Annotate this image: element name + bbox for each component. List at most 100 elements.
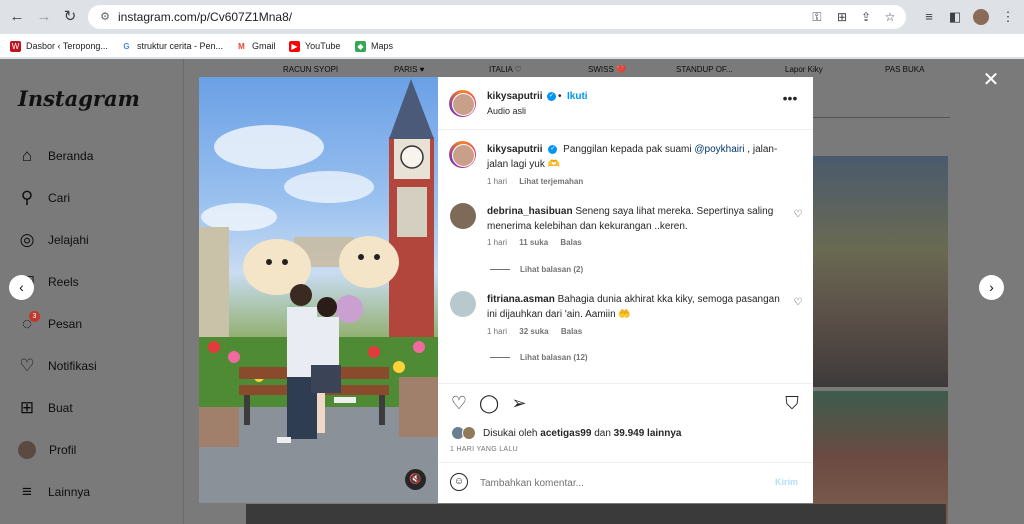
caption-time: 1 hari — [487, 177, 508, 186]
sidebar-item-notifikasi[interactable]: ♡ Notifikasi — [17, 354, 96, 378]
translate-link[interactable]: Lihat terjemahan — [519, 177, 583, 186]
caption-author-avatar[interactable] — [449, 141, 476, 168]
comment-username[interactable]: fitriana.asman — [487, 294, 555, 305]
replies-line — [490, 269, 510, 270]
maps-icon: ◆ — [355, 40, 366, 52]
replies-line — [490, 357, 510, 358]
save-bookmark-icon[interactable]: ⛉ — [782, 393, 802, 413]
sidebar-item-profil[interactable]: Profil — [17, 438, 76, 462]
comment-like-count[interactable]: 11 suka — [519, 238, 548, 247]
url-text: instagram.com/p/Cv607Z1Mna8/ — [118, 10, 293, 24]
browser-toolbar: ← → ↻ ⚙ instagram.com/p/Cv607Z1Mna8/ ⚿ ⊞… — [0, 0, 1024, 34]
highlight-label[interactable]: PARIS ♥ — [394, 65, 424, 74]
speaker-muted-icon: 🔇 — [409, 474, 422, 485]
sidebar-item-pesan[interactable]: ◌ 3 Pesan — [17, 311, 82, 336]
highlight-label[interactable]: RACUN SYOPI — [283, 65, 338, 74]
post-panel: kikysaputrii ✓ • Ikuti Audio asli ••• ki… — [438, 77, 813, 503]
site-settings-icon[interactable]: ⚙ — [98, 10, 112, 24]
caption-username[interactable]: kikysaputrii — [487, 144, 543, 155]
grid-post-thumbnail[interactable] — [813, 156, 948, 387]
browser-menu-icon[interactable]: ⋮ — [999, 8, 1017, 26]
chevron-right-icon: › — [989, 279, 994, 295]
post-comment-button[interactable]: Kirim — [775, 477, 798, 487]
audio-link[interactable]: Audio asli — [487, 106, 526, 116]
comment-meta: 1 hari 11 suka Balas — [487, 238, 582, 247]
mute-button[interactable]: 🔇 — [405, 469, 426, 490]
instagram-page: Instagram ⌂ Beranda ⚲ Cari ◎ Jelajahi ▣ … — [0, 59, 1024, 524]
liker-avatar[interactable] — [462, 426, 476, 440]
menu-icon: ≡ — [22, 482, 32, 501]
mention-link[interactable]: @poykhairi — [694, 144, 744, 155]
highlight-label[interactable]: PAS BUKA — [885, 65, 924, 74]
highlight-label[interactable]: SWISS 💔 — [588, 65, 626, 74]
bookmark-youtube[interactable]: ▶ YouTube — [289, 39, 340, 53]
bookmark-star-icon[interactable]: ☆ — [882, 10, 898, 24]
bookmark-dasbor[interactable]: W Dasbor ‹ Teropong... — [10, 39, 108, 53]
likes-count[interactable]: 39.949 lainnya — [614, 428, 682, 439]
comment-meta: 1 hari 32 suka Balas — [487, 327, 583, 336]
caption-meta: 1 hari Lihat terjemahan — [487, 177, 593, 186]
message-count-badge: 3 — [29, 311, 40, 322]
caption-text: kikysaputrii ✓ Panggilan kepada pak suam… — [487, 144, 778, 170]
chevron-left-icon: ‹ — [19, 279, 24, 295]
liker-username[interactable]: acetigas99 — [540, 428, 591, 439]
close-icon[interactable]: ✕ — [982, 70, 1000, 90]
share-icon[interactable]: ⇪ — [858, 10, 874, 24]
address-bar[interactable]: ⚙ instagram.com/p/Cv607Z1Mna8/ ⚿ ⊞ ⇪ ☆ — [88, 5, 906, 29]
sidebar-item-cari[interactable]: ⚲ Cari — [17, 186, 70, 210]
forward-arrow-icon[interactable]: → — [35, 8, 53, 26]
sidebar-item-buat[interactable]: ⊞ Buat — [17, 396, 73, 420]
view-replies-button[interactable]: Lihat balasan (2) — [490, 265, 583, 274]
verified-badge-icon: ✓ — [547, 92, 556, 101]
share-plane-icon[interactable]: ➢ — [509, 393, 529, 413]
reply-button[interactable]: Balas — [560, 238, 581, 247]
highlight-label[interactable]: Lapor Kiky — [785, 65, 823, 74]
like-comment-heart-icon[interactable]: ♡ — [793, 298, 803, 308]
highlight-label[interactable]: STANDUP OF... — [676, 65, 733, 74]
gmail-icon: M — [236, 40, 247, 52]
divider — [438, 383, 813, 384]
sidebar-item-beranda[interactable]: ⌂ Beranda — [17, 144, 94, 168]
reload-icon[interactable]: ↻ — [61, 8, 79, 26]
author-avatar[interactable] — [449, 90, 476, 117]
instagram-logo[interactable]: Instagram — [18, 86, 140, 111]
comment-like-count[interactable]: 32 suka — [519, 327, 548, 336]
comment-input[interactable] — [480, 475, 760, 491]
back-arrow-icon[interactable]: ← — [8, 8, 26, 26]
wordpress-icon: W — [10, 40, 21, 52]
previous-post-button[interactable]: ‹ — [9, 275, 34, 300]
post-photo[interactable]: 🔇 — [199, 77, 438, 503]
more-options-icon[interactable]: ••• — [782, 91, 798, 105]
key-icon[interactable]: ⚿ — [809, 10, 825, 24]
bookmark-maps[interactable]: ◆ Maps — [355, 39, 393, 53]
comment-avatar[interactable] — [450, 291, 476, 317]
install-icon[interactable]: ⊞ — [834, 10, 850, 24]
divider — [438, 129, 813, 130]
author-username[interactable]: kikysaputrii — [487, 91, 543, 102]
bookmark-struktur-cerita[interactable]: G struktur cerita - Pen... — [121, 39, 223, 53]
highlight-label[interactable]: ITALIA ♡ — [489, 65, 522, 74]
comment-text: debrina_hasibuan Seneng saya lihat merek… — [487, 206, 774, 232]
like-heart-icon[interactable]: ♡ — [449, 393, 469, 413]
like-comment-heart-icon[interactable]: ♡ — [793, 210, 803, 220]
sidebar-item-lainnya[interactable]: ≡ Lainnya — [17, 480, 90, 504]
likes-summary[interactable]: Disukai oleh acetigas99 dan 39.949 lainn… — [483, 428, 682, 439]
grid-post-thumbnail[interactable] — [246, 504, 946, 524]
view-replies-button[interactable]: Lihat balasan (12) — [490, 353, 588, 362]
sidebar-item-jelajahi[interactable]: ◎ Jelajahi — [17, 228, 89, 252]
browser-profile-avatar[interactable] — [973, 9, 989, 25]
side-panel-icon[interactable]: ◧ — [946, 8, 964, 26]
messenger-icon: ◌ 3 — [17, 311, 40, 334]
bookmark-gmail[interactable]: M Gmail — [236, 39, 276, 53]
search-icon: ⚲ — [20, 188, 34, 207]
post-timestamp[interactable]: 1 HARI YANG LALU — [450, 446, 518, 453]
youtube-icon: ▶ — [289, 40, 300, 52]
follow-button[interactable]: Ikuti — [567, 91, 588, 102]
comment-username[interactable]: debrina_hasibuan — [487, 206, 573, 217]
comment-bubble-icon[interactable]: ◯ — [479, 393, 499, 413]
comment-avatar[interactable] — [450, 203, 476, 229]
media-control-icon[interactable]: ≡ — [920, 8, 938, 26]
emoji-icon[interactable]: ☺ — [450, 473, 468, 491]
reply-button[interactable]: Balas — [561, 327, 582, 336]
next-post-button[interactable]: › — [979, 275, 1004, 300]
